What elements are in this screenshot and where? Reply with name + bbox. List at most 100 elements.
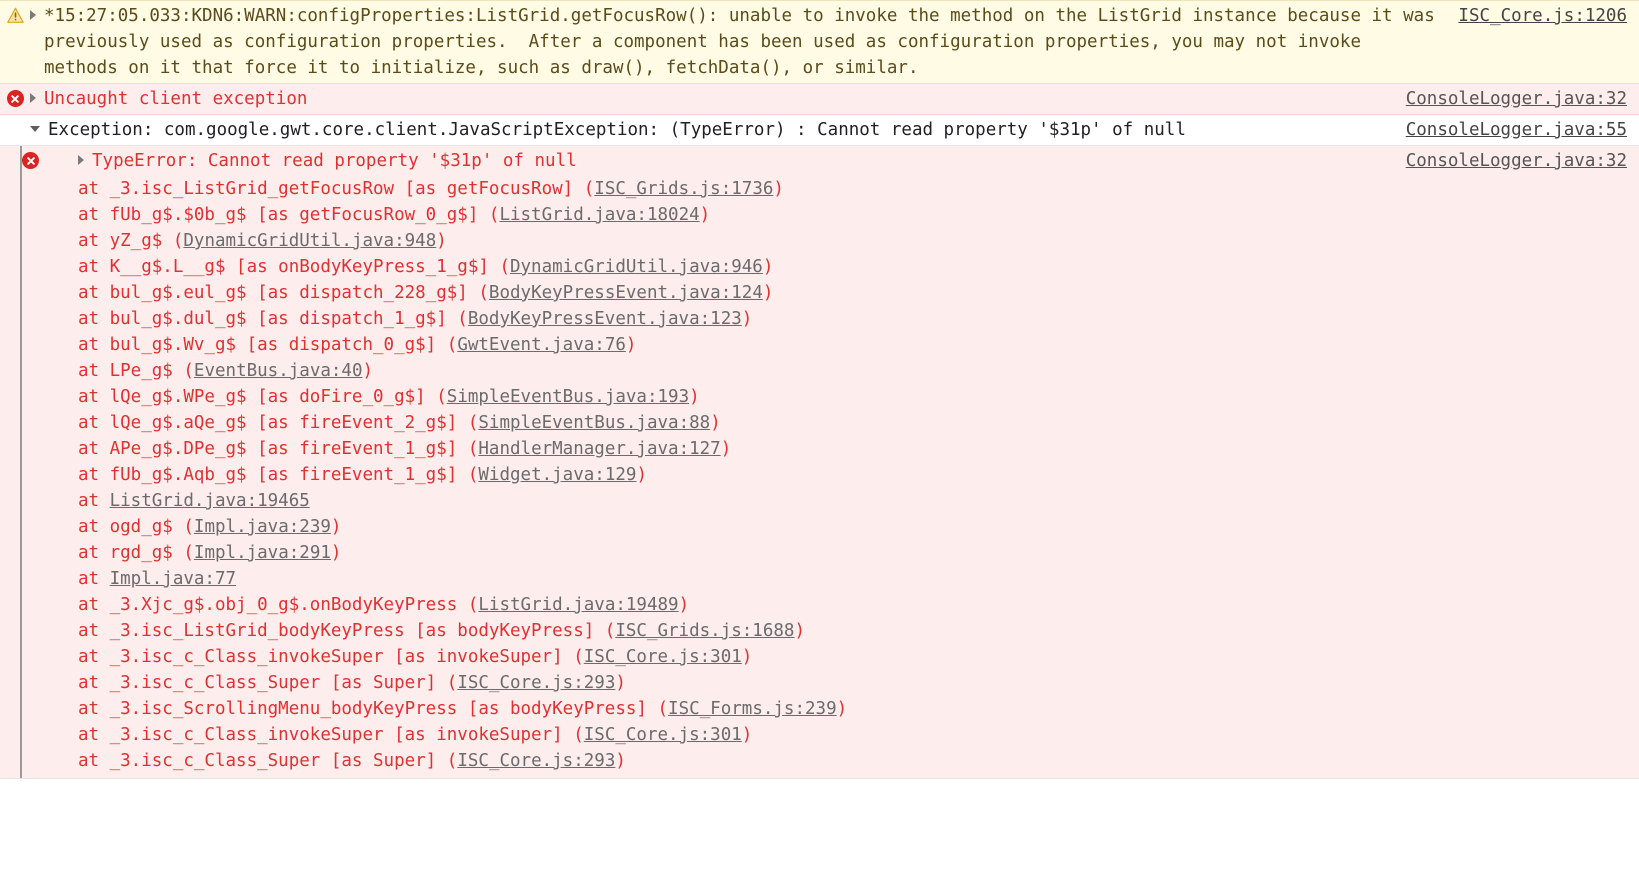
- stack-frame-source-link[interactable]: Impl.java:77: [110, 569, 236, 589]
- stack-frame-function: bul_g$.Wv_g$ [as dispatch_0_g$]: [109, 335, 447, 355]
- warning-message: *15:27:05.033:KDN6:WARN:configProperties…: [44, 6, 1446, 78]
- stack-trace-line: at fUb_g$.$0b_g$ [as getFocusRow_0_g$] (…: [0, 202, 1639, 228]
- stack-frame-source-link[interactable]: EventBus.java:40: [194, 361, 363, 381]
- error-circle-icon: [22, 152, 39, 169]
- source-link[interactable]: ConsoleLogger.java:55: [1406, 117, 1627, 143]
- stack-at-keyword: at: [78, 283, 110, 303]
- stack-frame-source-link[interactable]: ISC_Grids.js:1688: [615, 621, 794, 641]
- stack-frame-source-link[interactable]: ListGrid.java:19489: [478, 595, 678, 615]
- console-error-row-uncaught[interactable]: Uncaught client exception ConsoleLogger.…: [0, 84, 1639, 115]
- stack-frame-source-link[interactable]: ISC_Grids.js:1736: [594, 179, 773, 199]
- console-exception-detail-row[interactable]: Exception: com.google.gwt.core.client.Ja…: [0, 115, 1639, 146]
- stack-close-paren: ): [362, 361, 374, 381]
- source-link-label: ConsoleLogger.java:55: [1405, 120, 1627, 140]
- stack-at-keyword: at: [78, 257, 110, 277]
- stack-open-paren: (: [467, 465, 479, 485]
- stack-trace-line: at lQe_g$.aQe_g$ [as fireEvent_2_g$] (Si…: [0, 410, 1639, 436]
- source-link-label: ConsoleLogger.java:32: [1405, 89, 1627, 109]
- stack-trace-line: at _3.Xjc_g$.obj_0_g$.onBodyKeyPress (Li…: [0, 592, 1639, 618]
- stack-frame-source-link[interactable]: ISC_Core.js:301: [584, 647, 742, 667]
- stack-frame-source-link[interactable]: BodyKeyPressEvent.java:123: [468, 309, 742, 329]
- stack-frame-function: _3.isc_ListGrid_bodyKeyPress [as bodyKey…: [109, 621, 605, 641]
- stack-close-paren: ): [636, 465, 647, 485]
- stack-frame-source-link[interactable]: ListGrid.java:19465: [110, 491, 310, 511]
- stack-frame-function: _3.isc_c_Class_invokeSuper [as invokeSup…: [109, 725, 574, 745]
- stack-frame-function: fUb_g$.Aqb_g$ [as fireEvent_1_g$]: [109, 465, 468, 485]
- expand-toggle[interactable]: [30, 3, 44, 29]
- stack-at-keyword: at: [78, 699, 110, 719]
- stack-at-keyword: at: [78, 179, 110, 199]
- source-link[interactable]: ISC_Core.js:1206: [1458, 3, 1627, 29]
- stack-at-keyword: at: [78, 361, 110, 381]
- disclosure-triangle-right-icon: [30, 10, 36, 20]
- stack-open-paren: (: [446, 335, 458, 355]
- stack-at-keyword: at: [78, 673, 110, 693]
- stack-at-keyword: at: [78, 543, 110, 563]
- stack-at-keyword: at: [78, 647, 110, 667]
- stack-close-paren: ): [836, 699, 848, 719]
- collapse-toggle[interactable]: [30, 117, 48, 143]
- console-empty-area: [0, 778, 1639, 847]
- stack-open-paren: (: [446, 751, 458, 771]
- exception-message: Exception: com.google.gwt.core.client.Ja…: [48, 120, 1186, 140]
- stack-frame-source-link[interactable]: BodyKeyPressEvent.java:124: [489, 283, 763, 303]
- row-body: Uncaught client exception ConsoleLogger.…: [30, 86, 1639, 112]
- stack-trace-line: at Impl.java:77: [0, 566, 1639, 592]
- stack-close-paren: ): [773, 179, 784, 199]
- console-log-panel[interactable]: *15:27:05.033:KDN6:WARN:configProperties…: [0, 0, 1639, 847]
- stack-close-paren: ): [741, 725, 753, 745]
- group-indent-bar: [20, 176, 22, 778]
- stack-close-paren: ): [741, 309, 753, 329]
- error-circle-icon: [6, 90, 24, 107]
- source-link-label: ConsoleLogger.java:32: [1405, 151, 1627, 171]
- stack-open-paren: (: [446, 673, 458, 693]
- source-link[interactable]: ConsoleLogger.java:32: [1406, 148, 1627, 174]
- stack-frame-source-link[interactable]: SimpleEventBus.java:88: [478, 413, 710, 433]
- stack-open-paren: (: [467, 413, 479, 433]
- stack-frame-source-link[interactable]: ISC_Core.js:293: [457, 751, 615, 771]
- stack-frame-source-link[interactable]: ListGrid.java:18024: [499, 205, 699, 225]
- stack-frame-source-link[interactable]: Impl.java:291: [194, 543, 331, 563]
- stack-open-paren: (: [657, 699, 669, 719]
- stack-close-paren: ): [330, 543, 342, 563]
- stack-frame-source-link[interactable]: ISC_Core.js:293: [457, 673, 615, 693]
- stack-frame-source-link[interactable]: ISC_Core.js:301: [584, 725, 742, 745]
- stack-at-keyword: at: [78, 413, 110, 433]
- source-link[interactable]: ConsoleLogger.java:32: [1406, 86, 1627, 112]
- stack-at-keyword: at: [78, 621, 110, 641]
- row-body: Exception: com.google.gwt.core.client.Ja…: [30, 117, 1639, 143]
- stack-frame-source-link[interactable]: DynamicGridUtil.java:946: [510, 257, 763, 277]
- stack-frame-source-link[interactable]: HandlerManager.java:127: [478, 439, 720, 459]
- stack-open-paren: (: [183, 361, 194, 381]
- stack-close-paren: ): [762, 257, 774, 277]
- stack-frame-source-link[interactable]: Widget.java:129: [478, 465, 636, 485]
- error-message: Uncaught client exception: [44, 89, 308, 109]
- stack-trace-line: at _3.isc_c_Class_Super [as Super] (ISC_…: [0, 670, 1639, 696]
- stack-open-paren: (: [583, 179, 595, 199]
- stack-close-paren: ): [330, 517, 342, 537]
- stack-frame-function: lQe_g$.aQe_g$ [as fireEvent_2_g$]: [109, 413, 468, 433]
- stack-frame-function: _3.isc_c_Class_Super [as Super]: [109, 751, 447, 771]
- stack-trace-line: at bul_g$.Wv_g$ [as dispatch_0_g$] (GwtE…: [0, 332, 1639, 358]
- stack-frame-function: _3.isc_ListGrid_getFocusRow [as getFocus…: [109, 179, 584, 199]
- stack-close-paren: ): [615, 751, 626, 771]
- stack-frame-source-link[interactable]: GwtEvent.java:76: [457, 335, 626, 355]
- stack-trace-line: at _3.isc_c_Class_Super [as Super] (ISC_…: [0, 748, 1639, 774]
- stack-close-paren: ): [699, 205, 711, 225]
- disclosure-triangle-down-icon: [30, 125, 40, 132]
- stack-at-keyword: at: [78, 335, 110, 355]
- stack-frame-source-link[interactable]: Impl.java:239: [194, 517, 331, 537]
- expand-toggle[interactable]: [78, 148, 92, 174]
- expand-toggle[interactable]: [30, 86, 44, 112]
- console-warning-row[interactable]: *15:27:05.033:KDN6:WARN:configProperties…: [0, 0, 1639, 84]
- stack-frame-source-link[interactable]: ISC_Forms.js:239: [668, 699, 837, 719]
- stack-trace: at _3.isc_ListGrid_getFocusRow [as getFo…: [0, 176, 1639, 778]
- stack-frame-source-link[interactable]: SimpleEventBus.java:193: [447, 387, 689, 407]
- console-nested-typeerror-row[interactable]: TypeError: Cannot read property '$31p' o…: [0, 146, 1639, 176]
- stack-frame-source-link[interactable]: DynamicGridUtil.java:948: [183, 231, 436, 251]
- stack-trace-line: at _3.isc_ScrollingMenu_bodyKeyPress [as…: [0, 696, 1639, 722]
- stack-at-keyword: at: [78, 465, 110, 485]
- stack-frame-function: _3.Xjc_g$.obj_0_g$.onBodyKeyPress: [109, 595, 468, 615]
- stack-open-paren: (: [467, 595, 479, 615]
- stack-frame-function: K__g$.L__g$ [as onBodyKeyPress_1_g$]: [109, 257, 500, 277]
